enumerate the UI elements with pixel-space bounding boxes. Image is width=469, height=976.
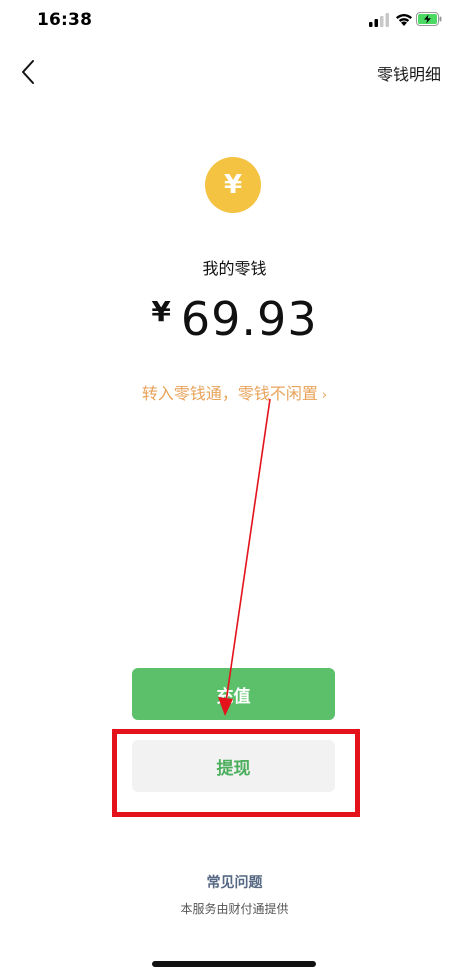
faq-link[interactable]: 常见问题 <box>0 872 469 892</box>
annotation-arrow <box>218 398 271 716</box>
currency-symbol: ¥ <box>151 295 171 328</box>
status-bar: 16:38 <box>0 0 469 44</box>
yen-coin-icon: ¥ <box>205 157 261 213</box>
coin-symbol: ¥ <box>223 170 243 200</box>
transfer-to-lingqiantong-link[interactable]: 转入零钱通，零钱不闲置 › <box>0 380 469 404</box>
annotation-highlight-box <box>112 729 360 817</box>
status-time: 16:38 <box>37 10 93 30</box>
battery-charging-icon <box>416 12 442 26</box>
balance-title: 我的零钱 <box>202 259 267 278</box>
balance-amount: 69.93 <box>180 292 318 346</box>
chevron-right-icon: › <box>321 388 328 403</box>
cellular-signal-icon <box>369 13 389 27</box>
chevron-left-icon[interactable] <box>18 57 42 87</box>
change-details-link[interactable]: 零钱明细 <box>377 61 441 85</box>
wallet-change-screen: 16:38 零钱明细 ¥ 我的零钱 ¥69.93 转入零钱通，零钱不闲置 › 充… <box>0 0 469 976</box>
wifi-icon <box>396 14 412 26</box>
balance-display: ¥69.93 <box>0 292 469 346</box>
home-indicator <box>152 961 316 967</box>
promo-text: 转入零钱通，零钱不闲置 <box>141 384 318 403</box>
topup-button[interactable]: 充值 <box>132 668 335 720</box>
provider-note: 本服务由财付通提供 <box>180 902 289 916</box>
